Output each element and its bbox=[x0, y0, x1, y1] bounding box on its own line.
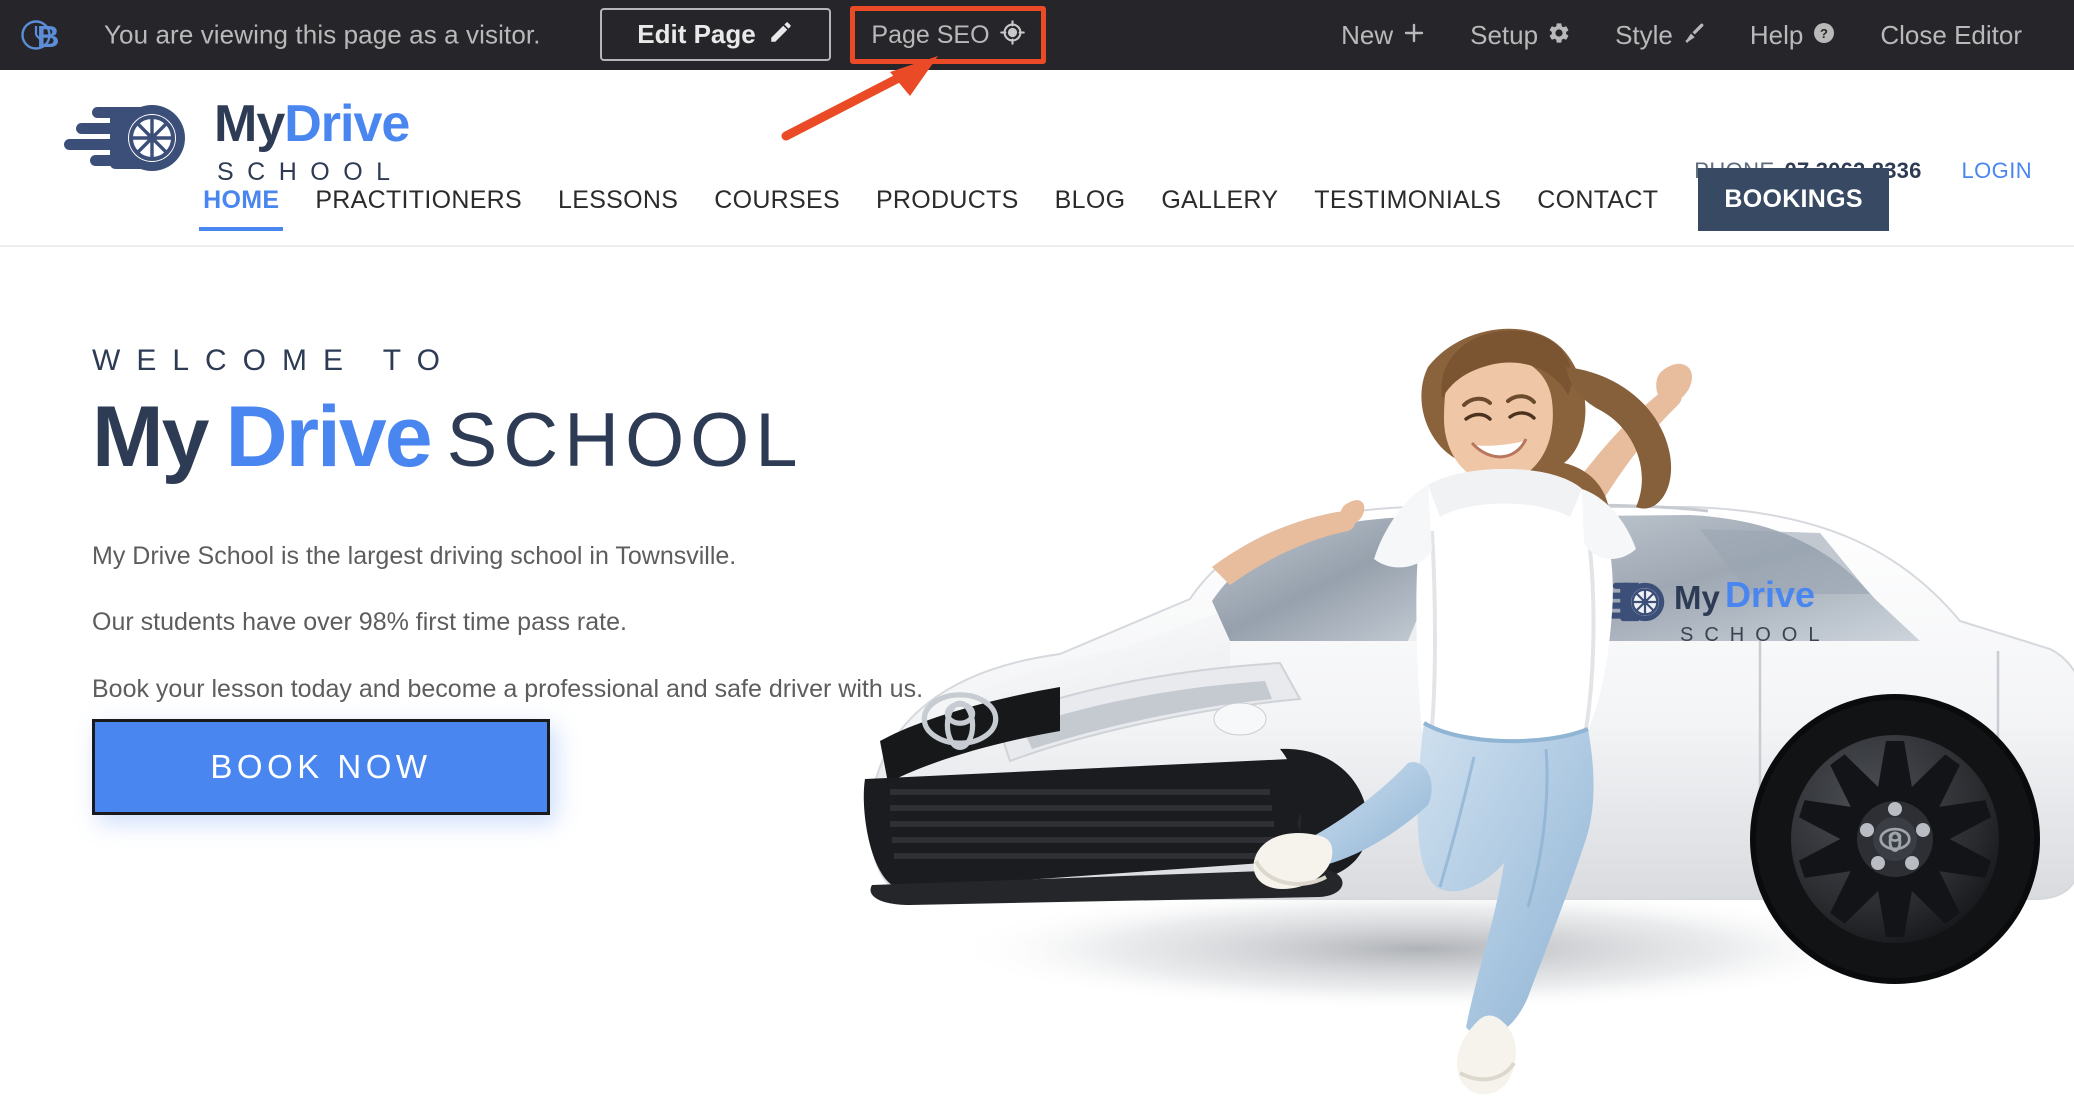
help-label: Help bbox=[1749, 19, 1804, 50]
hero-eyebrow: WELCOME TO bbox=[92, 344, 456, 377]
car-decal-my: My bbox=[1674, 579, 1720, 616]
style-label: Style bbox=[1615, 19, 1673, 50]
hero-paragraph-1: My Drive School is the largest driving s… bbox=[92, 541, 737, 570]
nav-item-testimonials[interactable]: TESTIMONIALS bbox=[1296, 175, 1519, 225]
visitor-notice-text: You are viewing this page as a visitor. bbox=[104, 19, 541, 50]
nav-item-home[interactable]: HOME bbox=[185, 175, 297, 231]
page-seo-button[interactable]: Page SEO bbox=[855, 11, 1041, 59]
new-label: New bbox=[1341, 19, 1394, 50]
crosshair-target-icon bbox=[999, 20, 1025, 50]
edit-page-label: Edit Page bbox=[637, 19, 756, 49]
style-menu-button[interactable]: Style bbox=[1593, 0, 1728, 70]
nav-item-contact[interactable]: CONTACT bbox=[1519, 175, 1676, 225]
paintbrush-icon bbox=[1682, 21, 1706, 50]
hero-paragraph-3: Book your lesson today and become a prof… bbox=[92, 674, 924, 703]
svg-text:?: ? bbox=[1820, 26, 1828, 41]
logo-word-my: My bbox=[214, 95, 285, 153]
nav-item-products[interactable]: PRODUCTS bbox=[858, 175, 1037, 225]
book-now-button[interactable]: BOOK NOW bbox=[92, 719, 550, 815]
nav-item-blog[interactable]: BLOG bbox=[1037, 175, 1144, 225]
editor-toolbar: B You are viewing this page as a visitor… bbox=[0, 0, 2074, 70]
nav-item-courses[interactable]: COURSES bbox=[696, 175, 858, 225]
close-editor-button[interactable]: Close Editor bbox=[1858, 0, 2044, 70]
setup-menu-button[interactable]: Setup bbox=[1448, 0, 1593, 70]
setup-label: Setup bbox=[1470, 19, 1539, 50]
hero-paragraph-2: Our students have over 98% first time pa… bbox=[92, 608, 627, 637]
help-menu-button[interactable]: Help ? bbox=[1728, 0, 1858, 70]
hero-title-drive: Drive bbox=[225, 389, 432, 485]
pencil-icon bbox=[768, 19, 794, 50]
plus-icon bbox=[1402, 21, 1426, 50]
site-header: MyDrive SCHOOL PHONE 07 3062 8336 LOGIN … bbox=[0, 70, 2074, 247]
page-seo-highlight-box: Page SEO bbox=[850, 6, 1046, 64]
hero-title: My Drive SCHOOL bbox=[92, 393, 1042, 483]
nav-item-lessons[interactable]: LESSONS bbox=[540, 175, 696, 225]
car-decal-drive: Drive bbox=[1725, 574, 1815, 615]
svg-text:B: B bbox=[37, 19, 59, 54]
hero-section: My Drive SCHOOL WELCOME TO My Drive SCHO… bbox=[0, 249, 2074, 1096]
editor-toolbar-right-group: New Setup Style Help ? Close Editor bbox=[1319, 0, 2044, 70]
gear-icon bbox=[1547, 21, 1571, 50]
car-decal-school: SCHOOL bbox=[1680, 624, 1830, 646]
edit-page-button[interactable]: Edit Page bbox=[600, 8, 831, 61]
nav-item-practitioners[interactable]: PRACTITIONERS bbox=[297, 175, 540, 225]
nav-item-gallery[interactable]: GALLERY bbox=[1143, 175, 1296, 225]
hero-title-my: My bbox=[92, 389, 209, 485]
brandcrock-b-logo-icon[interactable]: B bbox=[14, 8, 68, 62]
hero-title-school: SCHOOL bbox=[446, 398, 804, 483]
book-now-label: BOOK NOW bbox=[210, 748, 432, 785]
close-editor-label: Close Editor bbox=[1880, 19, 2022, 50]
main-navigation: HOME PRACTITIONERS LESSONS COURSES PRODU… bbox=[0, 168, 2074, 231]
hero-copy-block: WELCOME TO My Drive SCHOOL My Drive School… bbox=[92, 344, 1042, 705]
new-menu-button[interactable]: New bbox=[1319, 0, 1448, 70]
page-seo-label: Page SEO bbox=[871, 20, 990, 49]
question-circle-icon: ? bbox=[1812, 21, 1836, 50]
bookings-cta-button[interactable]: BOOKINGS bbox=[1698, 168, 1889, 231]
logo-word-drive: Drive bbox=[284, 95, 410, 153]
